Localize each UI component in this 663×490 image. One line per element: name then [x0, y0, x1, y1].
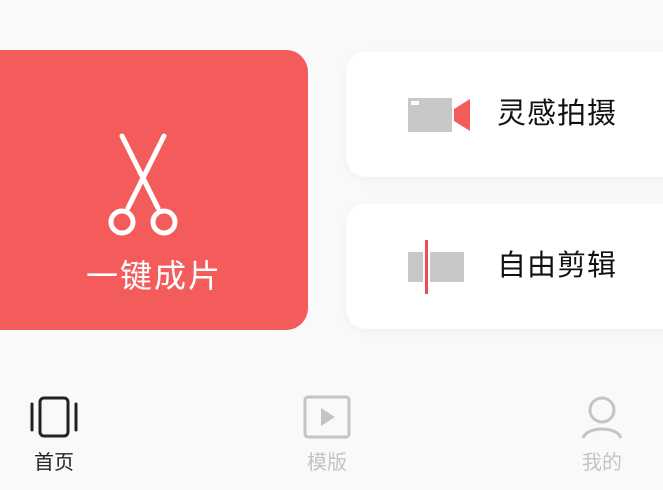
scissors-icon	[108, 133, 178, 236]
play-icon	[303, 395, 351, 439]
inspiration-shoot-card[interactable]: 灵感拍摄	[346, 52, 663, 177]
phone-frames-icon	[30, 396, 78, 438]
profile-icon	[581, 396, 623, 439]
free-edit-label: 自由剪辑	[497, 248, 618, 282]
bottom-tab-bar: 首页 模版 我的	[0, 384, 663, 490]
tab-home[interactable]: 首页	[4, 384, 104, 484]
tab-templates[interactable]: 模版	[277, 384, 377, 484]
one-click-video-card[interactable]: 一键成片	[0, 50, 308, 330]
clip-icon	[408, 240, 464, 294]
tab-me[interactable]: 我的	[552, 384, 652, 484]
one-click-video-label: 一键成片	[85, 257, 222, 295]
home-screen: 一键成片 灵感拍摄 自由剪辑 豌豆荚	[0, 0, 663, 490]
tab-templates-label: 模版	[307, 450, 347, 474]
free-edit-card[interactable]: 自由剪辑	[346, 204, 663, 329]
tab-home-label: 首页	[34, 450, 74, 474]
tab-me-label: 我的	[582, 450, 622, 474]
inspiration-shoot-label: 灵感拍摄	[497, 96, 618, 130]
camera-icon	[408, 98, 470, 132]
